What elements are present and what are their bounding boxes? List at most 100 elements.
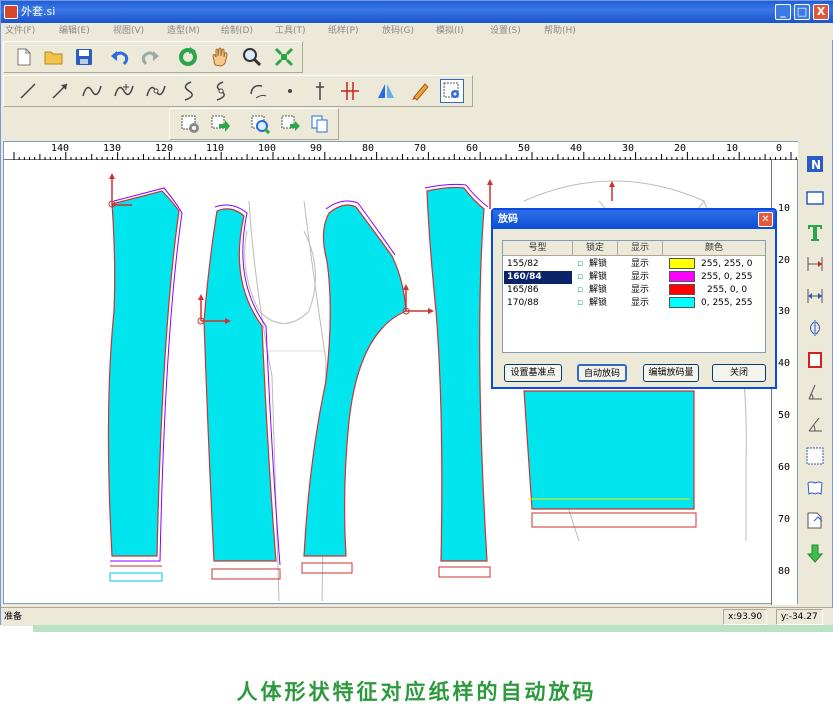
ruler-label: 0 (776, 143, 783, 154)
curve-icon[interactable] (80, 79, 104, 103)
curve-edit-icon[interactable] (144, 79, 168, 103)
n-icon[interactable]: N (804, 153, 826, 175)
spline-edit-icon[interactable] (208, 79, 232, 103)
color-swatch[interactable] (669, 284, 695, 295)
lock-cell[interactable]: 解锁 (589, 284, 607, 297)
text-t-icon[interactable] (804, 221, 826, 243)
menu-edit[interactable]: 编辑(E) (59, 23, 90, 40)
pattern-piece[interactable] (301, 200, 434, 574)
lock-icon[interactable]: ▫ (577, 284, 583, 297)
app-icon (4, 5, 18, 19)
table-row[interactable]: 165/86 ▫ 解锁 显示 255, 0, 0 (503, 284, 765, 297)
book-icon[interactable] (804, 477, 826, 499)
arrow-line-icon[interactable] (48, 79, 72, 103)
menu-help[interactable]: 帮助(H) (544, 23, 576, 40)
edit-grade-button[interactable]: 编辑放码量 (643, 364, 699, 382)
download-arrow-icon[interactable] (804, 543, 826, 565)
mirror-icon[interactable] (374, 79, 398, 103)
line-icon[interactable] (16, 79, 40, 103)
frame-icon[interactable] (804, 349, 826, 371)
color-cell: 255, 0, 255 (701, 272, 753, 282)
redo-icon[interactable] (138, 45, 162, 69)
size-cell: 160/84 (504, 271, 572, 284)
arc-icon[interactable] (246, 79, 270, 103)
lock-cell[interactable]: 解锁 (589, 271, 607, 284)
spline-icon[interactable] (176, 79, 200, 103)
show-cell[interactable]: 显示 (631, 284, 649, 297)
table-row[interactable]: 155/82 ▫ 解锁 显示 255, 255, 0 (503, 258, 765, 271)
lock-icon[interactable]: ▫ (577, 271, 583, 284)
horizontal-ruler: 140 130 120 110 100 90 80 70 60 50 40 30… (4, 142, 799, 160)
pattern-piece[interactable] (107, 173, 183, 582)
column-header[interactable]: 颜色 (663, 241, 765, 256)
column-header[interactable]: 锁定 (573, 241, 618, 256)
rectangle-icon[interactable] (804, 187, 826, 209)
point-icon[interactable] (278, 79, 302, 103)
ruler-label: 70 (414, 143, 427, 154)
lock-icon[interactable]: ▫ (577, 258, 583, 271)
table-row[interactable]: 170/88 ▫ 解锁 显示 0, 255, 255 (503, 297, 765, 310)
show-cell[interactable]: 显示 (631, 271, 649, 284)
hand-pan-icon[interactable] (208, 45, 232, 69)
color-swatch[interactable] (669, 271, 695, 282)
ruler-label: 120 (155, 143, 174, 154)
show-cell[interactable]: 显示 (631, 297, 649, 310)
ruler-label: 70 (778, 514, 791, 525)
piece-move-icon[interactable] (278, 112, 302, 136)
menu-model[interactable]: 造型(M) (167, 23, 200, 40)
dialog-close-icon[interactable]: ✕ (758, 212, 773, 227)
pattern-piece[interactable] (197, 204, 281, 580)
piece-settings-icon[interactable] (178, 112, 202, 136)
close-button[interactable]: X (813, 4, 829, 20)
copy-page-icon[interactable] (804, 509, 826, 531)
piece-export-icon[interactable] (208, 112, 232, 136)
ruler-label: 80 (778, 566, 791, 577)
minimize-button[interactable]: _ (775, 4, 791, 20)
show-cell[interactable]: 显示 (631, 258, 649, 271)
ruler-pencil-icon[interactable] (408, 79, 432, 103)
set-base-point-button[interactable]: 设置基准点 (504, 364, 562, 382)
menu-simulate[interactable]: 模拟(I) (436, 23, 464, 40)
menu-view[interactable]: 视图(V) (113, 23, 144, 40)
ruler-label: 80 (362, 143, 375, 154)
save-icon[interactable] (72, 45, 96, 69)
grid-icon[interactable] (804, 445, 826, 467)
dimension-arrow-icon[interactable] (804, 285, 826, 307)
fit-view-icon[interactable] (272, 45, 296, 69)
zoom-icon[interactable] (240, 45, 264, 69)
size-cell: 170/88 (507, 298, 539, 308)
curve-point-icon[interactable] (112, 79, 136, 103)
symmetry-icon[interactable] (804, 317, 826, 339)
open-folder-icon[interactable] (42, 45, 66, 69)
refresh-icon[interactable] (176, 45, 200, 69)
menu-settings[interactable]: 设置(S) (490, 23, 521, 40)
parallel-icon[interactable] (338, 79, 362, 103)
view-piece-icon[interactable] (440, 79, 464, 103)
perpendicular-icon[interactable] (308, 79, 332, 103)
close-dialog-button[interactable]: 关闭 (712, 364, 766, 382)
column-header[interactable]: 显示 (618, 241, 663, 256)
dimension-icon[interactable] (804, 253, 826, 275)
lock-cell[interactable]: 解锁 (589, 258, 607, 271)
new-file-icon[interactable] (12, 45, 36, 69)
angle-measure-icon[interactable] (804, 413, 826, 435)
menu-grading[interactable]: 放码(G) (382, 23, 414, 40)
column-header[interactable]: 号型 (503, 241, 573, 256)
lock-icon[interactable]: ▫ (577, 297, 583, 310)
menu-file[interactable]: 文件(F) (5, 23, 35, 40)
angle-icon[interactable] (804, 381, 826, 403)
undo-icon[interactable] (108, 45, 132, 69)
piece-copy-icon[interactable] (308, 112, 332, 136)
table-row-selected[interactable]: 160/84 ▫ 解锁 显示 255, 0, 255 (503, 271, 765, 284)
color-swatch[interactable] (669, 258, 695, 269)
window-title: 外套.si (21, 5, 56, 18)
maximize-button[interactable]: □ (794, 4, 810, 20)
piece-zoom-icon[interactable] (248, 112, 272, 136)
menu-tools[interactable]: 工具(T) (275, 23, 306, 40)
menu-draw[interactable]: 绘制(D) (221, 23, 253, 40)
pattern-piece[interactable] (424, 179, 493, 578)
auto-grade-button[interactable]: 自动放码 (577, 364, 627, 382)
lock-cell[interactable]: 解锁 (589, 297, 607, 310)
menu-pattern[interactable]: 纸样(P) (328, 23, 358, 40)
color-swatch[interactable] (669, 297, 695, 308)
